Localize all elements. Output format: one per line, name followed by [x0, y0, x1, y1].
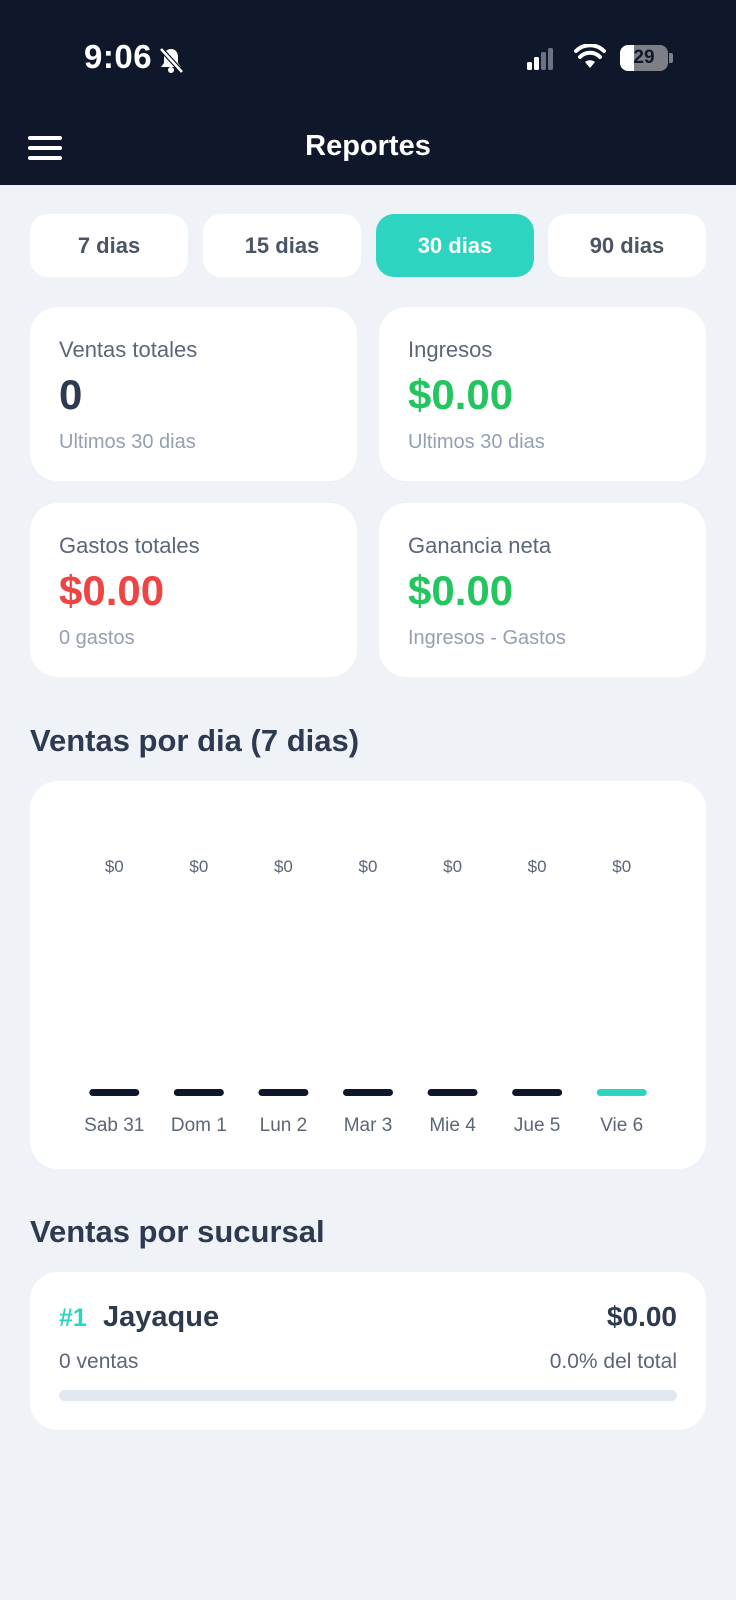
stat-card-gastos: Gastos totales $0.00 0 gastos: [30, 503, 357, 677]
bar-chart: $0 Sab 31 $0 Dom 1 $0 Lun 2 $0 Mar 3 $0 Mie 4 $0 Ju…: [84, 857, 647, 1136]
battery-level: 29: [633, 47, 655, 68]
bar-sab-31[interactable]: [89, 1089, 140, 1096]
stat-sub: Ultimos 30 dias: [408, 431, 545, 453]
branch-card: #1 Jayaque $0.00 0 ventas 0.0% del total: [30, 1272, 706, 1430]
bar-value-label: $0: [105, 857, 124, 876]
stat-card-ventas: Ventas totales 0 Ultimos 30 dias: [30, 307, 357, 481]
x-tick-label: Mie 4: [429, 1115, 476, 1136]
status-time: 9:06: [84, 38, 153, 75]
bar-value-label: $0: [528, 857, 547, 876]
battery-icon: 29: [620, 45, 668, 71]
bar-value-label: $0: [443, 857, 462, 876]
bar-jue-5[interactable]: [512, 1089, 563, 1096]
x-tick-label: Mar 3: [344, 1115, 393, 1136]
stat-sub: Ingresos - Gastos: [408, 627, 566, 649]
bar-lun-2[interactable]: [258, 1089, 309, 1096]
section-title-ventas-sucursal: Ventas por sucursal: [30, 1214, 325, 1249]
branch-name: Jayaque: [103, 1301, 220, 1333]
stat-value: $0.00: [408, 371, 514, 418]
bell-slash-icon: [159, 47, 184, 74]
bar-dom-1[interactable]: [173, 1089, 224, 1096]
battery-nub: [669, 53, 673, 63]
section-title-ventas-dia: Ventas por dia (7 dias): [30, 723, 360, 758]
tab-15-dias[interactable]: 15 dias: [203, 214, 361, 277]
page-title: Reportes: [305, 130, 431, 162]
x-tick-label: Dom 1: [171, 1115, 227, 1136]
bar-mar-3[interactable]: [343, 1089, 393, 1096]
x-tick-label: Sab 31: [84, 1115, 144, 1136]
tab-7-dias[interactable]: 7 dias: [30, 214, 188, 277]
stat-card-ingresos: Ingresos $0.00 Ultimos 30 dias: [379, 307, 706, 481]
bar-value-label: $0: [189, 857, 208, 876]
app-header: 9:06 29 Reportes: [0, 0, 736, 185]
x-tick-label: Lun 2: [260, 1115, 308, 1136]
bar-value-label: $0: [359, 857, 378, 876]
stat-sub: Ultimos 30 dias: [59, 431, 196, 453]
tab-30-dias[interactable]: 30 dias: [376, 214, 534, 277]
period-tabs: 7 dias 15 dias 30 dias 90 dias: [30, 214, 706, 277]
branch-sales-count: 0 ventas: [59, 1350, 139, 1373]
stat-label: Ventas totales: [59, 337, 198, 362]
stat-label: Ganancia neta: [408, 533, 552, 558]
cellular-signal-icon: [527, 48, 553, 70]
stat-label: Gastos totales: [59, 533, 200, 558]
stat-label: Ingresos: [408, 337, 493, 362]
bar-vie-6[interactable]: [596, 1089, 647, 1096]
bar-value-label: $0: [274, 857, 293, 876]
branch-amount: $0.00: [606, 1301, 677, 1332]
stat-card-ganancia: Ganancia neta $0.00 Ingresos - Gastos: [379, 503, 706, 677]
wifi-icon: [574, 44, 606, 68]
stat-sub: 0 gastos: [59, 627, 135, 649]
bar-mie-4[interactable]: [427, 1089, 478, 1096]
x-tick-label: Vie 6: [600, 1115, 643, 1136]
bar-value-label: $0: [612, 857, 631, 876]
branch-percentage: 0.0% del total: [549, 1350, 677, 1373]
sales-by-day-chart: $0 Sab 31 $0 Dom 1 $0 Lun 2 $0 Mar 3 $0 Mie 4 $0 Ju…: [30, 781, 706, 1169]
tab-90-dias[interactable]: 90 dias: [548, 214, 706, 277]
stat-value: $0.00: [408, 567, 514, 614]
stat-value: $0.00: [59, 567, 165, 614]
stat-value: 0: [59, 371, 83, 418]
branch-rank: #1: [59, 1304, 87, 1332]
x-tick-label: Jue 5: [514, 1115, 560, 1136]
branch-progress-track: [59, 1390, 677, 1401]
